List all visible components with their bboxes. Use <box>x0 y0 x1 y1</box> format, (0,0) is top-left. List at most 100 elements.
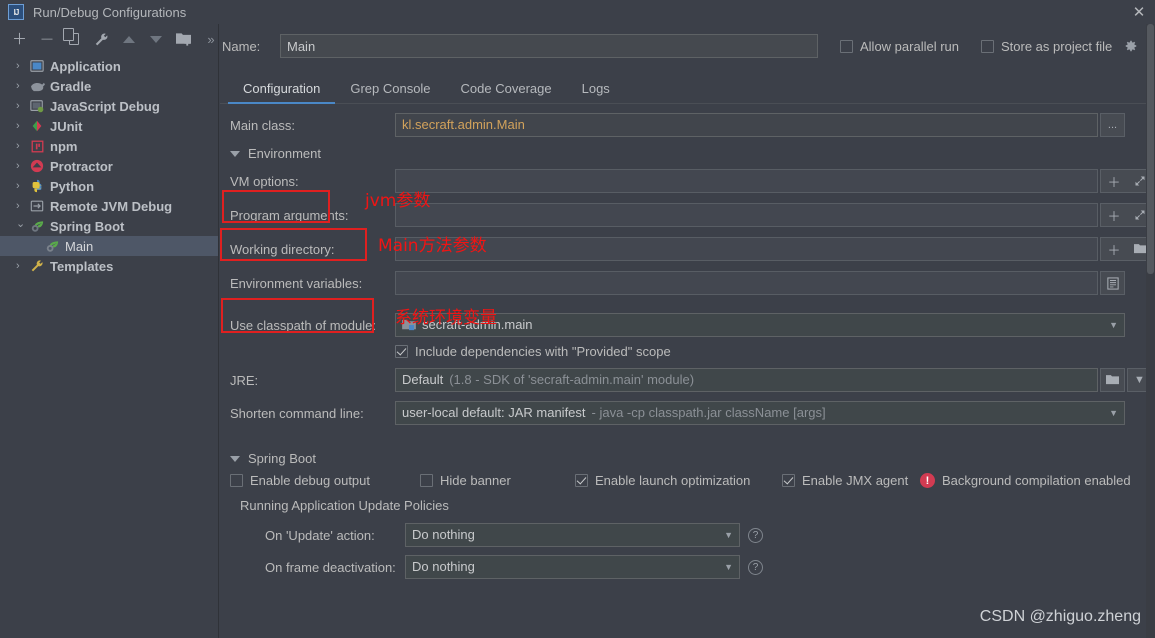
environment-variables-input[interactable] <box>395 271 1098 295</box>
sidebar-item-spring-boot[interactable]: Spring Boot <box>0 216 218 236</box>
javascript-debug-icon <box>29 98 45 114</box>
chevron-down-icon[interactable]: ▼ <box>1103 402 1118 424</box>
on-update-action-combobox[interactable]: Do nothing ▼ <box>405 523 740 547</box>
chevron-right-icon[interactable] <box>16 60 29 72</box>
sidebar-item-label: Main <box>65 239 93 254</box>
chevron-right-icon[interactable] <box>16 200 29 212</box>
tab-configuration[interactable]: Configuration <box>228 75 335 103</box>
annotation-text-program-arguments: Main方法参数 <box>378 231 487 256</box>
chevron-down-icon[interactable] <box>16 220 29 233</box>
chevron-down-icon[interactable]: ▼ <box>1103 314 1118 336</box>
sidebar-item-label: Spring Boot <box>50 219 124 234</box>
shorten-command-line-combobox[interactable]: user-local default: JAR manifest - java … <box>395 401 1125 425</box>
sidebar-item-protractor[interactable]: Protractor <box>0 156 218 176</box>
npm-icon <box>29 138 45 154</box>
sidebar-item-gradle[interactable]: Gradle <box>0 76 218 96</box>
chevron-down-icon[interactable]: ▼ <box>718 556 733 578</box>
scrollbar-thumb[interactable] <box>1147 24 1154 274</box>
configuration-panel: Name: Allow parallel run Store as projec… <box>220 24 1155 638</box>
sidebar-item-label: JavaScript Debug <box>50 99 160 114</box>
vertical-scrollbar[interactable] <box>1146 24 1155 638</box>
sidebar-item-application[interactable]: Application <box>0 56 218 76</box>
sidebar-item-javascript-debug[interactable]: JavaScript Debug <box>0 96 218 116</box>
spring-boot-section-header[interactable]: Spring Boot <box>220 451 1155 466</box>
tab-logs[interactable]: Logs <box>567 75 625 103</box>
gear-icon[interactable] <box>1124 39 1138 53</box>
browse-main-class-button[interactable]: ... <box>1100 113 1125 137</box>
sidebar-item-templates[interactable]: Templates <box>0 256 218 276</box>
remote-jvm-debug-icon <box>29 198 45 214</box>
sidebar-item-label: Protractor <box>50 159 113 174</box>
move-down-button[interactable] <box>149 31 163 47</box>
edit-environment-variables-button[interactable] <box>1100 271 1125 295</box>
chevron-right-icon[interactable] <box>16 100 29 112</box>
wrench-icon[interactable] <box>94 31 109 47</box>
sidebar-item-main[interactable]: Main <box>0 236 218 256</box>
chevron-down-icon[interactable]: ▼ <box>718 524 733 546</box>
include-provided-row: Include dependencies with "Provided" sco… <box>220 344 1155 359</box>
application-icon <box>29 58 45 74</box>
enable-debug-output-checkbox[interactable]: Enable debug output <box>230 473 420 488</box>
jre-combobox[interactable]: Default (1.8 - SDK of 'secraft-admin.mai… <box>395 368 1098 392</box>
checkbox-box <box>420 474 433 487</box>
add-configuration-button[interactable] <box>12 31 27 47</box>
allow-parallel-run-checkbox[interactable]: Allow parallel run <box>840 39 959 54</box>
wrench-icon <box>29 258 45 274</box>
add-macro-icon[interactable]: ＋ <box>1101 240 1127 259</box>
move-up-button[interactable] <box>122 31 136 47</box>
more-options-button[interactable] <box>204 31 218 47</box>
copy-configuration-button[interactable] <box>67 31 81 47</box>
tab-bar: Configuration Grep Console Code Coverage… <box>220 74 1155 104</box>
working-directory-input[interactable] <box>395 237 1098 261</box>
remove-configuration-button[interactable] <box>40 31 54 47</box>
browse-jre-button[interactable] <box>1100 368 1125 392</box>
sidebar-toolbar <box>0 24 218 54</box>
use-classpath-combobox[interactable]: secraft-admin.main ▼ <box>395 313 1125 337</box>
checkbox-box <box>575 474 588 487</box>
main-class-input[interactable]: kl.secraft.admin.Main <box>395 113 1098 137</box>
enable-launch-optimization-checkbox[interactable]: Enable launch optimization <box>575 473 782 488</box>
tab-code-coverage[interactable]: Code Coverage <box>446 75 567 103</box>
chevron-right-icon[interactable] <box>16 140 29 152</box>
environment-section-header[interactable]: Environment <box>220 146 1155 161</box>
chevron-right-icon[interactable] <box>16 180 29 192</box>
close-icon[interactable]: ✕ <box>1129 3 1149 21</box>
sidebar-item-python[interactable]: Python <box>0 176 218 196</box>
checkbox-box <box>840 40 853 53</box>
sidebar-item-junit[interactable]: JUnit <box>0 116 218 136</box>
name-input[interactable] <box>280 34 818 58</box>
on-update-action-value: Do nothing <box>412 524 475 546</box>
sidebar-item-label: Gradle <box>50 79 91 94</box>
protractor-icon <box>29 158 45 174</box>
store-as-project-file-checkbox[interactable]: Store as project file <box>981 39 1138 54</box>
name-row: Name: Allow parallel run Store as projec… <box>220 30 1155 62</box>
watermark: CSDN @zhiguo.zheng <box>980 608 1141 626</box>
help-icon[interactable]: ? <box>748 560 763 575</box>
chevron-right-icon[interactable] <box>16 120 29 132</box>
error-exclamation-icon: ! <box>920 473 935 488</box>
tab-grep-console[interactable]: Grep Console <box>335 75 445 103</box>
help-icon[interactable]: ? <box>748 528 763 543</box>
jre-label: JRE: <box>220 373 395 388</box>
vm-options-input[interactable] <box>395 169 1098 193</box>
sidebar-item-npm[interactable]: npm <box>0 136 218 156</box>
environment-section-title: Environment <box>248 146 321 161</box>
folder-plus-icon[interactable] <box>176 31 191 47</box>
on-frame-deactivation-combobox[interactable]: Do nothing ▼ <box>405 555 740 579</box>
chevron-right-icon[interactable] <box>16 80 29 92</box>
hide-banner-checkbox[interactable]: Hide banner <box>420 473 575 488</box>
working-directory-row: Working directory: ＋ <box>220 237 1155 261</box>
shorten-command-line-label: Shorten command line: <box>220 406 395 421</box>
jre-hint: (1.8 - SDK of 'secraft-admin.main' modul… <box>449 369 694 391</box>
program-arguments-input[interactable] <box>395 203 1098 227</box>
chevron-right-icon[interactable] <box>16 160 29 172</box>
warning-text: Background compilation enabled <box>942 473 1131 488</box>
add-macro-icon[interactable]: ＋ <box>1101 206 1127 225</box>
chevron-right-icon[interactable] <box>16 260 29 272</box>
add-macro-icon[interactable]: ＋ <box>1101 172 1127 191</box>
include-provided-checkbox[interactable]: Include dependencies with "Provided" sco… <box>395 344 671 359</box>
intellij-logo-icon: IJ <box>8 4 24 20</box>
sidebar-item-remote-jvm-debug[interactable]: Remote JVM Debug <box>0 196 218 216</box>
main-class-row: Main class: kl.secraft.admin.Main ... <box>220 113 1155 137</box>
enable-jmx-agent-checkbox[interactable]: Enable JMX agent <box>782 473 920 488</box>
